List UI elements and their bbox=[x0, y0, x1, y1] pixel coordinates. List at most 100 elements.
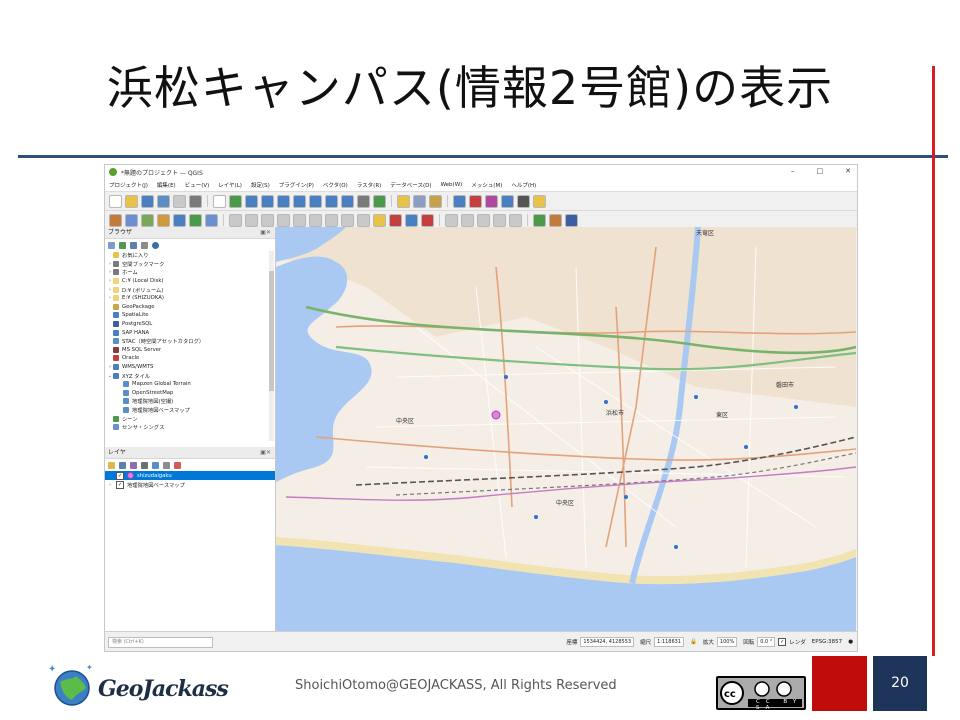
menu-web[interactable]: Web(W) bbox=[441, 182, 463, 188]
main-tool-icon-4[interactable] bbox=[173, 194, 186, 208]
properties-icon[interactable] bbox=[152, 241, 159, 249]
expand-all-icon[interactable] bbox=[152, 461, 159, 469]
digitize-tool-icon-26[interactable] bbox=[509, 213, 522, 227]
main-tool-icon-15[interactable] bbox=[341, 194, 354, 208]
digitize-tool-icon-1[interactable] bbox=[125, 213, 138, 227]
main-tool-icon-2[interactable] bbox=[141, 194, 154, 208]
main-tool-icon-5[interactable] bbox=[189, 194, 202, 208]
map-svg[interactable]: 中央区 浜松市 東区 中央区 磐田市 天竜区 bbox=[276, 227, 856, 631]
digitize-tool-icon-14[interactable] bbox=[325, 213, 338, 227]
main-tool-icon-12[interactable] bbox=[293, 194, 306, 208]
browser-item[interactable]: › C:¥ (Local Disk) bbox=[105, 277, 275, 286]
rotation-field[interactable]: 0.0 ° bbox=[757, 637, 776, 647]
render-checkbox[interactable]: ✓ bbox=[778, 638, 787, 646]
browser-item[interactable]: SAP HANA bbox=[105, 328, 275, 337]
digitize-tool-icon-9[interactable] bbox=[245, 213, 258, 227]
browser-item[interactable]: ⌄ XYZ タイル bbox=[105, 371, 275, 380]
layer-visibility-checkbox[interactable]: ✓ bbox=[116, 471, 124, 480]
menu-view[interactable]: ビュー(V) bbox=[185, 181, 210, 189]
menu-raster[interactable]: ラスタ(R) bbox=[357, 181, 382, 189]
browser-item[interactable]: › D:¥ (ボリューム) bbox=[105, 285, 275, 294]
digitize-tool-icon-6[interactable] bbox=[205, 213, 218, 227]
main-tool-icon-3[interactable] bbox=[157, 194, 170, 208]
digitize-tool-icon-15[interactable] bbox=[341, 213, 354, 227]
scale-field[interactable]: 1:118631 bbox=[654, 637, 685, 647]
filter-icon[interactable] bbox=[130, 241, 137, 249]
digitize-tool-icon-4[interactable] bbox=[173, 213, 186, 227]
digitize-tool-icon-25[interactable] bbox=[493, 213, 506, 227]
digitize-tool-icon-10[interactable] bbox=[261, 213, 274, 227]
digitize-tool-icon-22[interactable] bbox=[445, 213, 458, 227]
layer-visibility-checkbox[interactable]: ✓ bbox=[116, 480, 124, 489]
browser-item[interactable]: Oracle bbox=[105, 354, 275, 363]
coordinate-field[interactable]: 1534424, 4128553 bbox=[580, 637, 635, 647]
locator-search-input[interactable]: 検索 (Ctrl+K) bbox=[108, 636, 213, 648]
main-tool-icon-28[interactable] bbox=[533, 194, 546, 208]
menu-vector[interactable]: ベクタ(O) bbox=[323, 181, 348, 189]
browser-item[interactable]: OpenStreetMap bbox=[105, 389, 275, 398]
filter-legend-icon[interactable] bbox=[141, 461, 148, 469]
digitize-tool-icon-24[interactable] bbox=[477, 213, 490, 227]
main-tool-icon-1[interactable] bbox=[125, 194, 138, 208]
digitize-tool-icon-23[interactable] bbox=[461, 213, 474, 227]
digitize-tool-icon-16[interactable] bbox=[357, 213, 370, 227]
main-tool-icon-10[interactable] bbox=[261, 194, 274, 208]
browser-item[interactable]: 地理院地図(空撮) bbox=[105, 397, 275, 406]
layer-expand-icon[interactable]: › bbox=[107, 482, 113, 488]
main-tool-icon-14[interactable] bbox=[325, 194, 338, 208]
maximize-button[interactable]: □ bbox=[817, 167, 824, 175]
layers-close-icon[interactable]: ▣✕ bbox=[260, 447, 271, 458]
browser-item[interactable]: › WMS/WMTS bbox=[105, 363, 275, 372]
browser-item[interactable]: 地理院地図ベースマップ bbox=[105, 406, 275, 415]
campus-point[interactable] bbox=[491, 410, 501, 420]
main-tool-icon-16[interactable] bbox=[357, 194, 370, 208]
magnifier-field[interactable]: 100% bbox=[716, 637, 738, 647]
crs-button[interactable]: EPSG:3857 bbox=[812, 639, 842, 645]
browser-item[interactable]: SpatiaLite bbox=[105, 311, 275, 320]
digitize-tool-icon-8[interactable] bbox=[229, 213, 242, 227]
menu-plugins[interactable]: プラグイン(P) bbox=[279, 181, 314, 189]
digitize-tool-icon-30[interactable] bbox=[565, 213, 578, 227]
main-tool-icon-0[interactable] bbox=[109, 194, 122, 208]
main-tool-icon-19[interactable] bbox=[397, 194, 410, 208]
main-tool-icon-24[interactable] bbox=[469, 194, 482, 208]
close-button[interactable]: ✕ bbox=[845, 167, 851, 175]
main-tool-icon-13[interactable] bbox=[309, 194, 322, 208]
browser-scrollbar-thumb[interactable] bbox=[269, 271, 274, 391]
menu-edit[interactable]: 編集(E) bbox=[157, 181, 176, 189]
digitize-tool-icon-5[interactable] bbox=[189, 213, 202, 227]
minimize-button[interactable]: – bbox=[791, 167, 795, 175]
browser-item[interactable]: お気に入り bbox=[105, 251, 275, 260]
main-tool-icon-21[interactable] bbox=[429, 194, 442, 208]
digitize-tool-icon-28[interactable] bbox=[533, 213, 546, 227]
collapse-all-icon[interactable] bbox=[141, 241, 148, 249]
main-tool-icon-23[interactable] bbox=[453, 194, 466, 208]
browser-item[interactable]: STAC（時空間アセットカタログ） bbox=[105, 337, 275, 346]
digitize-tool-icon-19[interactable] bbox=[405, 213, 418, 227]
digitize-tool-icon-13[interactable] bbox=[309, 213, 322, 227]
digitize-tool-icon-29[interactable] bbox=[549, 213, 562, 227]
browser-item[interactable]: GeoPackage bbox=[105, 303, 275, 312]
collapse-icon[interactable] bbox=[163, 461, 170, 469]
layer-item[interactable]: ✓ shizudaigaku bbox=[105, 471, 275, 480]
menu-mesh[interactable]: メッシュ(M) bbox=[471, 181, 502, 189]
main-tool-icon-25[interactable] bbox=[485, 194, 498, 208]
browser-item[interactable]: センサ・シングス bbox=[105, 423, 275, 432]
browser-item[interactable]: › ホーム bbox=[105, 268, 275, 277]
style-icon[interactable] bbox=[108, 461, 115, 469]
eye-icon[interactable] bbox=[130, 461, 137, 469]
browser-item[interactable]: › 空間ブックマーク bbox=[105, 260, 275, 269]
main-tool-icon-17[interactable] bbox=[373, 194, 386, 208]
refresh-icon[interactable] bbox=[119, 241, 126, 249]
digitize-tool-icon-2[interactable] bbox=[141, 213, 154, 227]
browser-item[interactable]: Mapzen Global Terrain bbox=[105, 380, 275, 389]
digitize-tool-icon-3[interactable] bbox=[157, 213, 170, 227]
add-selected-icon[interactable] bbox=[108, 241, 115, 249]
panel-close-icon[interactable]: ▣✕ bbox=[260, 227, 271, 238]
digitize-tool-icon-12[interactable] bbox=[293, 213, 306, 227]
layer-item[interactable]: › ✓ 地理院地図ベースマップ bbox=[105, 480, 275, 489]
browser-item[interactable]: MS SQL Server bbox=[105, 346, 275, 355]
remove-layer-icon[interactable] bbox=[174, 461, 181, 469]
main-tool-icon-8[interactable] bbox=[229, 194, 242, 208]
main-tool-icon-26[interactable] bbox=[501, 194, 514, 208]
